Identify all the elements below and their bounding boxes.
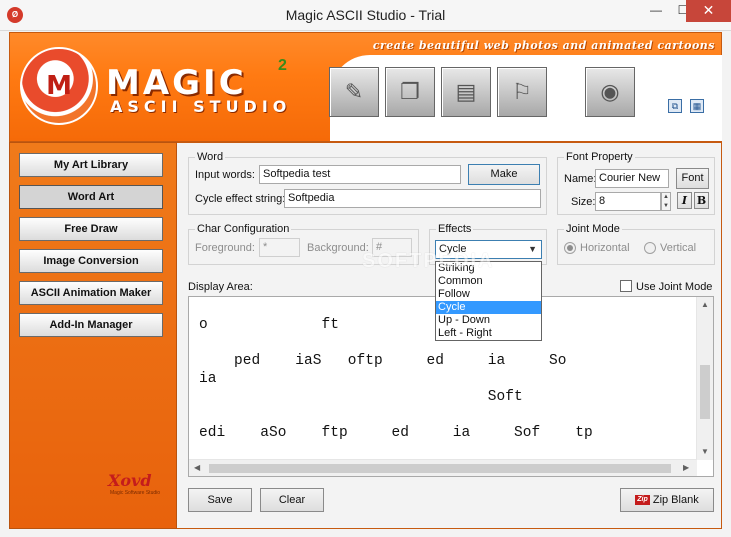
horizontal-scrollbar[interactable]: ◀ ▶ (189, 459, 697, 476)
watermark: SOFTPEDIA (362, 250, 495, 272)
zip-blank-button[interactable]: Zip Zip Blank (620, 488, 714, 512)
display-area-label: Display Area: (188, 281, 253, 293)
art-line: ped iaS oftp ed ia So (199, 353, 567, 369)
clear-button[interactable]: Clear (260, 488, 324, 512)
effects-option-common[interactable]: Common (436, 275, 541, 288)
font-size-stepper[interactable]: ▲ ▼ (661, 192, 671, 211)
sidebar-item-image-conversion[interactable]: Image Conversion (19, 249, 163, 273)
cycle-effect-label: Cycle effect string: (195, 193, 286, 205)
wand-icon[interactable]: ✎ (329, 67, 379, 117)
title-bar: Ø Magic ASCII Studio - Trial — ☐ ✕ (0, 0, 731, 31)
cycle-effect-field[interactable]: Softpedia (284, 189, 541, 208)
sidebar-item-add-in-manager[interactable]: Add-In Manager (19, 313, 163, 337)
vertical-radio[interactable] (644, 242, 656, 254)
export-icon[interactable]: ▦ (690, 99, 704, 113)
bold-button[interactable]: B (694, 192, 709, 209)
font-name-field[interactable]: Courier New (595, 169, 669, 188)
sidebar-item-free-draw[interactable]: Free Draw (19, 217, 163, 241)
company-logo: Xovd (108, 471, 152, 490)
effects-option-follow[interactable]: Follow (436, 288, 541, 301)
header-banner: create beautiful web photos and animated… (9, 32, 722, 142)
sidebar-item-my-art-library[interactable]: My Art Library (19, 153, 163, 177)
scroll-up-icon[interactable]: ▲ (701, 300, 709, 309)
art-line: Soft (199, 389, 523, 405)
sidebar: My Art Library Word Art Free Draw Image … (9, 142, 177, 529)
effects-option-up-down[interactable]: Up - Down (436, 314, 541, 327)
effects-legend: Effects (438, 223, 472, 235)
effects-option-cycle[interactable]: Cycle (436, 301, 541, 314)
zip-icon: Zip (635, 495, 650, 506)
document-icon[interactable]: ▤ (441, 67, 491, 117)
char-config-legend: Char Configuration (197, 223, 290, 235)
window-title: Magic ASCII Studio - Trial (285, 7, 446, 23)
sidebar-item-word-art[interactable]: Word Art (19, 185, 163, 209)
effects-option-left-right[interactable]: Left - Right (436, 327, 541, 340)
copy-icon[interactable]: ⧉ (668, 99, 682, 113)
company-logo-subtitle: Magic Software Studio (110, 490, 161, 496)
globe-icon[interactable]: ◉ (585, 67, 635, 117)
foreground-field[interactable]: * (259, 238, 300, 257)
minimize-button[interactable]: — (642, 0, 670, 22)
sidebar-item-ascii-animation-maker[interactable]: ASCII Animation Maker (19, 281, 163, 305)
word-art-panel: Word Input words: Softpedia test Make Cy… (177, 142, 722, 529)
art-line: ia (199, 371, 217, 387)
scroll-right-icon[interactable]: ▶ (683, 463, 689, 472)
zip-blank-label: Zip Blank (652, 494, 699, 506)
logo-badge-text: M (46, 71, 72, 101)
font-size-label: Size: (571, 196, 596, 208)
horizontal-scroll-thumb[interactable] (209, 464, 671, 473)
scroll-down-icon[interactable]: ▼ (701, 447, 709, 456)
close-button[interactable]: ✕ (686, 0, 731, 22)
horizontal-radio[interactable] (564, 242, 576, 254)
art-line: o ft (199, 317, 340, 333)
use-joint-mode-checkbox[interactable] (620, 280, 632, 292)
scroll-left-icon[interactable]: ◀ (194, 463, 200, 472)
effects-dropdown-list: Striking Common Follow Cycle Up - Down L… (435, 261, 542, 341)
background-label: Background: (307, 242, 369, 254)
input-words-label: Input words: (195, 169, 255, 181)
font-name-label: Name: (564, 173, 597, 185)
art-line: edi aSo ftp ed ia Sof tp (199, 425, 593, 441)
vertical-label: Vertical (660, 242, 697, 254)
save-button[interactable]: Save (188, 488, 252, 512)
font-button[interactable]: Font (676, 168, 709, 189)
chevron-down-icon: ▼ (528, 244, 537, 254)
vertical-scrollbar[interactable]: ▲ ▼ (696, 297, 713, 460)
foreground-label: Foreground: (195, 242, 255, 254)
use-joint-mode-label: Use Joint Mode (636, 281, 713, 293)
tagline: create beautiful web photos and animated… (372, 39, 715, 52)
font-property-legend: Font Property (566, 151, 633, 163)
pages-icon[interactable]: ❐ (385, 67, 435, 117)
font-size-field[interactable]: 8 (595, 192, 661, 211)
run-icon[interactable]: ⚐ (497, 67, 547, 117)
vertical-scroll-thumb[interactable] (700, 365, 710, 419)
italic-button[interactable]: I (677, 192, 692, 209)
input-words-field[interactable]: Softpedia test (259, 165, 461, 184)
word-legend: Word (197, 151, 224, 163)
joint-mode-legend: Joint Mode (566, 223, 620, 235)
logo-subtitle: ASCII STUDIO (110, 97, 292, 116)
logo-superscript: 2 (278, 57, 287, 74)
make-button[interactable]: Make (468, 164, 540, 185)
horizontal-label: Horizontal (580, 242, 630, 254)
logo-emblem: M (20, 47, 98, 125)
